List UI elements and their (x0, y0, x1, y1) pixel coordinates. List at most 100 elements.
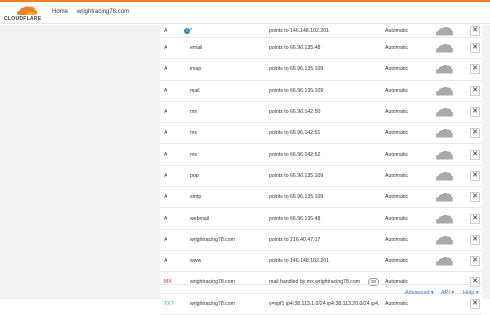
record-ttl[interactable]: Automatic (385, 152, 408, 158)
record-name[interactable]: wrightracing78.com (190, 301, 235, 307)
record-name[interactable]: www (190, 258, 201, 264)
record-ttl[interactable]: Automatic (385, 45, 408, 51)
record-value[interactable]: points to 66.96.135.109 (269, 66, 379, 72)
dns-record-row[interactable]: Ai * points to 146.148.102.201 Automatic ✕ (160, 25, 482, 38)
dns-record-row[interactable]: Aimap points to 66.96.135.109 Automatic ✕ (160, 59, 482, 81)
record-name[interactable]: mx (190, 130, 197, 136)
record-ttl[interactable]: Automatic (385, 109, 408, 115)
record-type: A (164, 215, 168, 222)
cloud-icon[interactable] (436, 235, 453, 245)
record-name[interactable]: wrightracing78.com (190, 237, 235, 243)
record-type: A (164, 45, 168, 52)
dns-record-row[interactable]: Awrightracing78.com points to 216.40.47.1… (160, 230, 482, 251)
record-value[interactable]: points to 66.96.142.52 (269, 152, 379, 158)
dns-record-row[interactable]: Amx points to 66.96.142.51 Automatic ✕ (160, 123, 482, 145)
record-ttl[interactable]: Automatic (385, 28, 408, 34)
delete-record-button[interactable]: ✕ (470, 149, 480, 160)
cloudflare-logo[interactable]: CLOUDFLARE (4, 5, 42, 23)
record-type: A (164, 236, 168, 243)
delete-record-button[interactable]: ✕ (470, 234, 480, 245)
record-value[interactable]: points to 66.96.135.109 (269, 194, 379, 200)
dns-record-row[interactable]: Awebmail points to 66.96.135.48 Automatic ✕ (160, 208, 482, 230)
delete-record-button[interactable]: ✕ (470, 192, 480, 203)
dns-records-table: Ai * points to 146.148.102.201 Automatic ✕ Ae… (160, 25, 482, 315)
delete-record-button[interactable]: ✕ (470, 170, 480, 181)
record-name[interactable]: smtp (190, 194, 201, 200)
cloud-icon[interactable] (436, 26, 453, 36)
cloud-icon[interactable] (436, 150, 453, 160)
cloud-icon[interactable] (436, 128, 453, 138)
record-ttl[interactable]: Automatic (385, 130, 408, 136)
record-type: A (164, 87, 168, 94)
record-name[interactable]: imap (190, 66, 201, 72)
record-ttl[interactable]: Automatic (385, 216, 408, 222)
record-name[interactable]: pop (190, 173, 199, 179)
cloud-icon[interactable] (436, 64, 453, 74)
delete-record-button[interactable]: ✕ (470, 256, 480, 267)
record-name[interactable]: mail (190, 88, 200, 94)
api-link[interactable]: API ▾ (441, 290, 454, 296)
delete-record-button[interactable]: ✕ (470, 26, 480, 36)
top-bar: CLOUDFLARE Home wrightracing78.com (0, 0, 490, 24)
record-name[interactable]: email (190, 45, 202, 51)
record-type: A (164, 258, 168, 265)
dns-record-row[interactable]: Aemail points to 66.96.135.48 Automatic ✕ (160, 38, 482, 60)
delete-record-button[interactable]: ✕ (470, 43, 480, 54)
delete-record-button[interactable]: ✕ (470, 128, 480, 139)
table-footer: Advanced ▾ API ▾ Help ▾ (160, 284, 482, 299)
record-value[interactable]: v=spf1 ip4:38.113.1.0/24 ip4:38.113.20.0… (269, 301, 379, 307)
record-name[interactable]: mx (190, 109, 197, 115)
record-ttl[interactable]: Automatic (385, 66, 408, 72)
record-type: A (164, 194, 168, 201)
record-value[interactable]: points to 66.96.135.109 (269, 173, 379, 179)
record-ttl[interactable]: Automatic (385, 194, 408, 200)
right-gutter (482, 25, 490, 299)
record-value[interactable]: points to 66.96.142.51 (269, 130, 379, 136)
record-value[interactable]: points to 146.148.102.201 (269, 258, 379, 264)
record-ttl[interactable]: Automatic (385, 88, 408, 94)
dns-record-row[interactable]: Awww points to 146.148.102.201 Automatic ✕ (160, 251, 482, 273)
cloud-icon[interactable] (436, 86, 453, 96)
record-value[interactable]: points to 146.148.102.201 (269, 28, 379, 34)
cloud-icon[interactable] (436, 171, 453, 181)
dns-record-row[interactable]: Amail points to 66.96.135.109 Automatic ✕ (160, 81, 482, 102)
record-ttl[interactable]: Automatic (385, 237, 408, 243)
advanced-link[interactable]: Advanced ▾ (405, 290, 434, 296)
record-ttl[interactable]: Automatic (385, 258, 408, 264)
dns-record-row[interactable]: Amx points to 66.96.142.50 Automatic ✕ (160, 102, 482, 124)
cloud-icon[interactable] (436, 192, 453, 202)
record-value[interactable]: points to 66.96.135.48 (269, 216, 379, 222)
delete-record-button[interactable]: ✕ (470, 107, 480, 118)
record-ttl[interactable]: Automatic (385, 173, 408, 179)
cloud-icon[interactable] (436, 256, 453, 266)
record-type: A (164, 130, 168, 137)
record-value[interactable]: points to 66.96.142.50 (269, 109, 379, 115)
record-value[interactable]: points to 66.96.135.48 (269, 45, 379, 51)
brand-name: CLOUDFLARE (4, 16, 42, 22)
delete-record-button[interactable]: ✕ (470, 298, 480, 309)
record-type: A (164, 28, 168, 34)
record-type: A (164, 151, 168, 158)
record-value[interactable]: points to 216.40.47.17 (269, 237, 379, 243)
record-ttl[interactable]: Automatic (385, 301, 408, 307)
dns-record-row[interactable]: Asmtp points to 66.96.135.109 Automatic ✕ (160, 187, 482, 209)
record-name[interactable]: * (190, 28, 192, 34)
record-type: A (164, 109, 168, 116)
record-type: A (164, 66, 168, 73)
cloud-icon[interactable] (436, 43, 453, 53)
nav-domain-link[interactable]: wrightracing78.com (77, 9, 129, 15)
left-panel (0, 25, 160, 299)
cloud-icon[interactable] (436, 107, 453, 117)
delete-record-button[interactable]: ✕ (470, 64, 480, 75)
record-name[interactable]: webmail (190, 216, 209, 222)
cloud-icon[interactable] (436, 214, 453, 224)
record-name[interactable]: mx (190, 152, 197, 158)
record-value[interactable]: points to 66.96.135.109 (269, 88, 379, 94)
dns-record-row[interactable]: Apop points to 66.96.135.109 Automatic ✕ (160, 166, 482, 188)
delete-record-button[interactable]: ✕ (470, 85, 480, 96)
nav-home-link[interactable]: Home (52, 9, 68, 15)
help-link[interactable]: Help ▾ (463, 290, 479, 296)
delete-record-button[interactable]: ✕ (470, 213, 480, 224)
dns-record-row[interactable]: Amx points to 66.96.142.52 Automatic ✕ (160, 144, 482, 166)
record-type: TXT (164, 300, 174, 307)
